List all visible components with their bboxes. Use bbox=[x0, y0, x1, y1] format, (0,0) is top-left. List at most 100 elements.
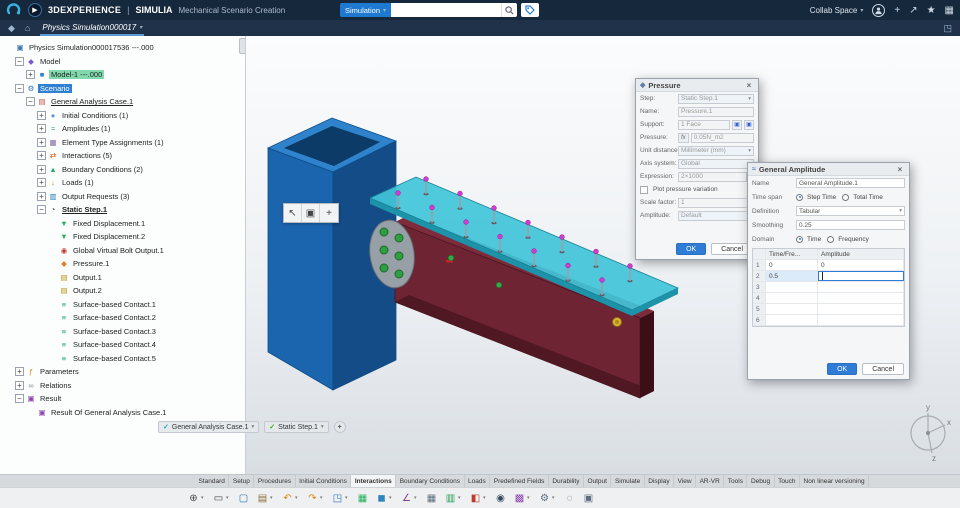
amplitude-cell[interactable] bbox=[766, 282, 818, 292]
tree-item[interactable]: ▤ Output.2 bbox=[0, 284, 245, 298]
robot-axis-triad[interactable]: y x z bbox=[902, 401, 954, 463]
tree-item[interactable]: ▼ Fixed Displacement.2 bbox=[0, 230, 245, 244]
manipulate-icon[interactable]: + bbox=[320, 204, 338, 222]
ribbon-tab[interactable]: Loads bbox=[465, 475, 491, 487]
tree-expander-icon[interactable]: + bbox=[37, 124, 46, 134]
ribbon-tab[interactable]: Tools bbox=[724, 475, 748, 487]
chart-icon[interactable]: ▥ bbox=[443, 491, 458, 506]
ribbon-tab[interactable]: Interactions bbox=[351, 475, 397, 487]
amplitude-cell[interactable] bbox=[766, 304, 818, 314]
ground-grid-icon[interactable]: ▦ bbox=[355, 491, 370, 506]
amplitude-cell[interactable]: 0 bbox=[766, 260, 818, 270]
search-scope-select[interactable]: Simulation ▾ bbox=[340, 3, 392, 17]
search-input[interactable] bbox=[391, 3, 502, 17]
tree-item[interactable]: ▣ Result Of General Analysis Case.1 bbox=[0, 406, 245, 420]
amplitude-cell[interactable] bbox=[766, 315, 818, 325]
ribbon-tab[interactable]: Durability bbox=[549, 475, 584, 487]
3ds-logo-icon[interactable] bbox=[6, 2, 22, 18]
tree-expander-icon[interactable]: + bbox=[37, 110, 46, 120]
tree-expander-icon[interactable]: + bbox=[37, 191, 46, 201]
tree-item[interactable]: + ▦ Element Type Assignments (1) bbox=[0, 136, 245, 150]
share-icon[interactable]: ↗ bbox=[909, 5, 917, 16]
tree-item[interactable]: − ◔ Static Step.1 bbox=[0, 203, 245, 217]
dropdown-caret-icon[interactable]: ▾ bbox=[226, 495, 232, 501]
clipboard-icon[interactable]: ▤ bbox=[255, 491, 270, 506]
tree-item[interactable]: − ▣ Result bbox=[0, 392, 245, 406]
select-box-icon[interactable]: ▭ bbox=[211, 491, 226, 506]
measure-icon[interactable]: ∠ bbox=[399, 491, 414, 506]
paint-style-icon[interactable]: ◧ bbox=[468, 491, 483, 506]
tree-item[interactable]: + ↓ Loads (1) bbox=[0, 176, 245, 190]
tree-item[interactable]: + ▲ Boundary Conditions (2) bbox=[0, 163, 245, 177]
pressure-field-value[interactable]: Millimeter (mm) ▾ bbox=[678, 145, 754, 156]
definition-select[interactable]: Tabular ▾ bbox=[796, 206, 905, 216]
tree-expander-icon[interactable]: − bbox=[37, 205, 46, 215]
domain-time-radio[interactable] bbox=[796, 235, 803, 243]
step-time-radio[interactable] bbox=[796, 193, 803, 201]
search-icon[interactable] bbox=[501, 3, 518, 17]
tree-expander-icon[interactable]: + bbox=[15, 380, 24, 390]
dropdown-caret-icon[interactable]: ▾ bbox=[414, 495, 420, 501]
favorites-icon[interactable]: ★ bbox=[927, 5, 936, 16]
ribbon-tab[interactable]: Predefined Fields bbox=[490, 475, 549, 487]
dropdown-caret-icon[interactable]: ▾ bbox=[527, 495, 533, 501]
tree-item[interactable]: + ■ Model-1 ---.000 bbox=[0, 68, 245, 82]
tree-expander-icon[interactable]: − bbox=[15, 56, 24, 66]
tree-item[interactable]: ▤ Output.1 bbox=[0, 271, 245, 285]
ribbon-tab[interactable]: Non linear versioning bbox=[800, 475, 870, 487]
tree-item[interactable]: ▣ Physics Simulation000017536 ---.000 bbox=[0, 41, 245, 55]
window-layout-icon[interactable]: ▣ bbox=[581, 491, 596, 506]
amplitude-cell[interactable] bbox=[818, 271, 904, 281]
tree-expander-icon[interactable]: + bbox=[37, 178, 46, 188]
tree-panel-handle[interactable] bbox=[239, 38, 245, 54]
ok-button[interactable]: OK bbox=[827, 363, 858, 375]
ok-button[interactable]: OK bbox=[676, 243, 707, 255]
fx-formula-button[interactable]: fx bbox=[678, 132, 689, 143]
home-icon[interactable]: ⌂ bbox=[25, 23, 30, 33]
ribbon-tab[interactable]: Boundary Conditions bbox=[396, 475, 465, 487]
tree-item[interactable]: ≡ Surface-based Contact.5 bbox=[0, 352, 245, 366]
amplitude-cell[interactable]: 0.5 bbox=[766, 271, 818, 281]
tree-item[interactable]: ≡ Surface-based Contact.3 bbox=[0, 325, 245, 339]
smoothing-input[interactable]: 0.25 bbox=[796, 220, 905, 230]
context-chip[interactable]: ✓ Static Step.1 ▾ bbox=[264, 421, 329, 433]
dropdown-caret-icon[interactable]: ▾ bbox=[270, 495, 276, 501]
user-avatar-icon[interactable] bbox=[872, 3, 886, 17]
mesh-icon[interactable]: ▩ bbox=[512, 491, 527, 506]
tree-item[interactable]: − ⚙ Scenario bbox=[0, 82, 245, 96]
ribbon-tab[interactable]: AR-VR bbox=[696, 475, 725, 487]
pressure-field-value[interactable]: 1 Face bbox=[678, 119, 730, 130]
apps-grid-icon[interactable]: ▦ bbox=[945, 5, 954, 16]
tree-item[interactable]: + ▥ Output Requests (3) bbox=[0, 190, 245, 204]
tree-item[interactable]: + ⇄ Interactions (5) bbox=[0, 149, 245, 163]
collab-space-select[interactable]: Collab Space ▾ bbox=[810, 6, 864, 15]
add-context-chip-button[interactable]: + bbox=[333, 421, 346, 433]
tree-item[interactable]: + ∞ Relations bbox=[0, 379, 245, 393]
plot-pressure-checkbox[interactable] bbox=[640, 185, 648, 194]
settings-gear-icon[interactable]: ⚙ bbox=[537, 491, 552, 506]
tree-item[interactable]: − ◆ Model bbox=[0, 55, 245, 69]
pressure-dialog-titlebar[interactable]: ◆ Pressure × bbox=[636, 79, 758, 92]
tree-expander-icon[interactable]: − bbox=[15, 394, 24, 404]
ribbon-tab[interactable]: Debug bbox=[747, 475, 775, 487]
ribbon-tab[interactable]: Standard bbox=[195, 475, 230, 487]
cancel-button[interactable]: Cancel bbox=[862, 363, 904, 375]
expand-viewport-icon[interactable]: ◳ bbox=[943, 23, 952, 34]
tree-item[interactable]: ▼ Fixed Displacement.1 bbox=[0, 217, 245, 231]
tree-expander-icon[interactable]: − bbox=[15, 83, 24, 93]
dropdown-caret-icon[interactable]: ▾ bbox=[483, 495, 489, 501]
dropdown-caret-icon[interactable]: ▾ bbox=[345, 495, 351, 501]
ribbon-tab[interactable]: View bbox=[674, 475, 697, 487]
close-icon[interactable]: × bbox=[895, 165, 905, 174]
dropdown-caret-icon[interactable]: ▾ bbox=[389, 495, 395, 501]
tree-item[interactable]: ≡ Surface-based Contact.2 bbox=[0, 311, 245, 325]
context-chip[interactable]: ✓ General Analysis Case.1 ▾ bbox=[158, 421, 260, 433]
open-app-tab[interactable]: Physics Simulation000017 ▾ bbox=[40, 20, 145, 36]
support-pick-icon[interactable]: ▣ bbox=[732, 119, 742, 130]
support-list-icon[interactable]: ▣ bbox=[744, 119, 754, 130]
pressure-field-value[interactable]: 2×1000 bbox=[678, 171, 748, 182]
amplitude-cell[interactable] bbox=[818, 293, 904, 303]
total-time-radio[interactable] bbox=[842, 193, 850, 201]
tree-expander-icon[interactable]: + bbox=[15, 367, 24, 377]
tag-filter-icon[interactable] bbox=[521, 3, 540, 17]
